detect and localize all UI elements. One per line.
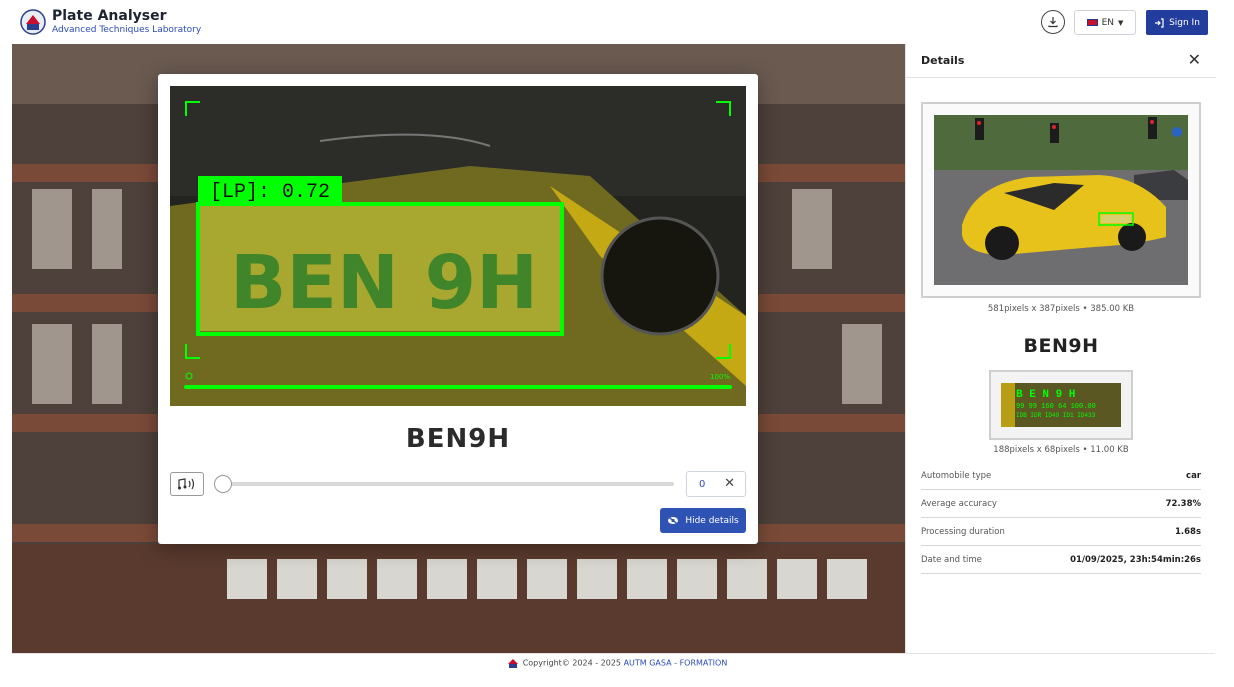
- language-selector[interactable]: EN ▼: [1074, 10, 1136, 35]
- detail-value: 01/09/2025, 23h:54min:26s: [1070, 554, 1201, 565]
- detail-value: 72.38%: [1165, 498, 1201, 509]
- audio-slider-thumb[interactable]: [214, 475, 232, 493]
- app-subtitle: Advanced Techniques Laboratory: [52, 25, 202, 35]
- crop-overlay-line-1: B E N 9 H: [1016, 389, 1075, 401]
- app-logo: [20, 9, 46, 35]
- progress-label: 100%: [710, 373, 730, 381]
- vehicle-image-meta: 581pixels x 387pixels • 385.00 KB: [987, 304, 1135, 314]
- plate-crop-frame: B E N 9 H 99 99 160 64 100.00 IDB IDR ID…: [989, 370, 1133, 440]
- detail-row-date-time: Date and time 01/09/2025, 23h:54min:26s: [921, 546, 1201, 574]
- audio-play-button[interactable]: [170, 472, 204, 496]
- close-icon[interactable]: ✕: [724, 476, 735, 491]
- footer: Copyright© 2024 - 2025 AUTM GASA - FORMA…: [0, 658, 1234, 668]
- eye-slash-icon: [667, 516, 679, 525]
- plate-text-in-image: BEN 9H: [230, 240, 538, 326]
- details-header: Details ✕: [906, 44, 1216, 78]
- hide-details-button[interactable]: Hide details: [660, 508, 746, 533]
- language-label: EN: [1101, 17, 1115, 28]
- crop-overlay-line-2: 99 99 160 64 100.00: [1016, 403, 1096, 411]
- copyright-text: Copyright© 2024 - 2025: [522, 658, 624, 668]
- footer-logo: [507, 659, 518, 668]
- footer-divider: [12, 653, 1215, 654]
- progress-bar: [184, 385, 732, 389]
- sign-in-label: Sign In: [1169, 17, 1200, 28]
- download-button[interactable]: [1041, 10, 1065, 34]
- music-sound-icon: [178, 478, 195, 490]
- chevron-down-icon: ▼: [1118, 18, 1124, 27]
- detail-label: Automobile type: [921, 470, 992, 481]
- detail-label: Processing duration: [921, 526, 1005, 537]
- detail-row-average-accuracy: Average accuracy 72.38%: [921, 490, 1201, 518]
- detail-label: Average accuracy: [921, 498, 997, 509]
- download-icon: [1048, 17, 1058, 28]
- vehicle-image-frame: [921, 102, 1201, 298]
- detail-label: Date and time: [921, 554, 982, 565]
- details-title: Details: [921, 54, 965, 67]
- crop-overlay-line-3: IDB IDR ID49 ID1 ID433: [1016, 412, 1096, 419]
- detail-row-processing-duration: Processing duration 1.68s: [921, 518, 1201, 546]
- details-plate-result: BEN9H: [1023, 335, 1099, 357]
- vehicle-image: [934, 115, 1188, 285]
- detail-row-automobile-type: Automobile type car: [921, 462, 1201, 490]
- audio-position-value: 0: [699, 479, 706, 490]
- detail-value: 1.68s: [1174, 526, 1201, 537]
- plate-crop-image: B E N 9 H 99 99 160 64 100.00 IDB IDR ID…: [1001, 383, 1121, 427]
- result-modal: [LP]: 0.72 BEN 9H 100% BEN9H 0 ✕ Hide de…: [158, 74, 758, 544]
- audio-slider-track[interactable]: [222, 482, 674, 486]
- plate-result: BEN9H: [405, 424, 511, 454]
- detection-label: [LP]: 0.72: [210, 181, 330, 204]
- audio-position-field[interactable]: 0 ✕: [686, 471, 746, 497]
- uk-flag-icon: [1086, 19, 1098, 26]
- plate-crop-meta: 188pixels x 68pixels • 11.00 KB: [993, 445, 1129, 455]
- details-list: Automobile type car Average accuracy 72.…: [921, 462, 1201, 574]
- brand: Plate Analyser Advanced Techniques Labor…: [52, 8, 201, 36]
- app-header: Plate Analyser Advanced Techniques Labor…: [0, 0, 1234, 44]
- sign-in-button[interactable]: Sign In: [1146, 10, 1208, 35]
- sign-in-icon: [1155, 17, 1164, 28]
- app-title: Plate Analyser: [52, 8, 167, 24]
- close-icon[interactable]: ✕: [1188, 50, 1201, 69]
- detail-value: car: [1186, 470, 1201, 481]
- plate-detection-view: [LP]: 0.72 BEN 9H 100%: [170, 86, 746, 406]
- org-link[interactable]: AUTM GASA - FORMATION: [624, 659, 728, 668]
- details-panel: Details ✕ 581pixels x 387pixels • 385.00…: [905, 44, 1216, 653]
- hide-details-label: Hide details: [685, 515, 739, 526]
